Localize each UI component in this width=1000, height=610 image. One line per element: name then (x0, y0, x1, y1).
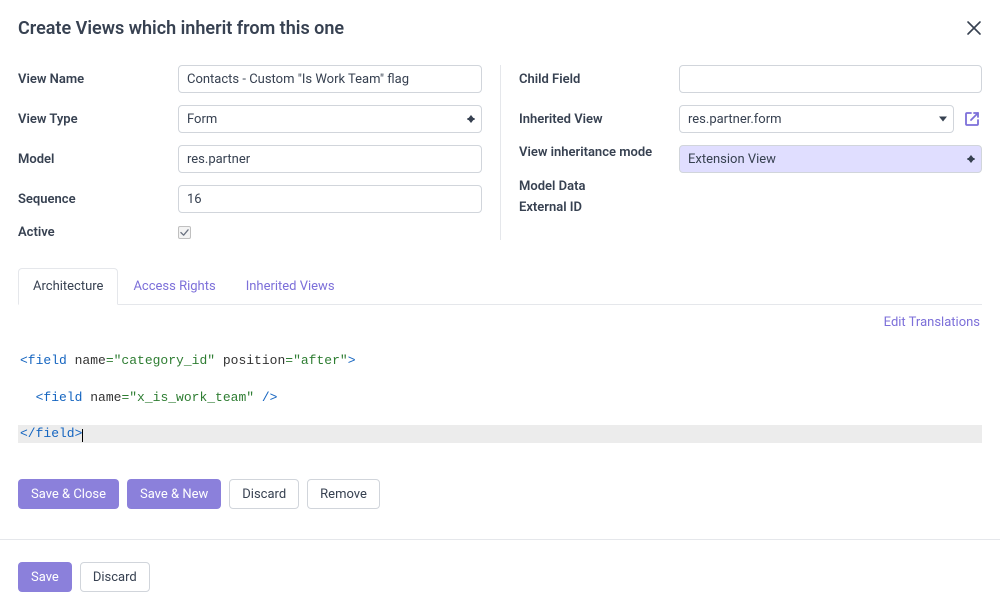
chevron-updown-icon (967, 155, 975, 163)
inherited-view-select[interactable]: res.partner.form (679, 105, 954, 133)
inherited-view-value: res.partner.form (688, 112, 931, 127)
view-name-label: View Name (18, 72, 178, 87)
model-data-label: Model Data (519, 179, 679, 194)
tab-access-rights[interactable]: Access Rights (118, 268, 230, 305)
tab-inherited-views[interactable]: Inherited Views (231, 268, 350, 305)
xml-code-editor[interactable]: <field name="category_id" position="afte… (18, 334, 982, 461)
sequence-input[interactable] (178, 185, 482, 213)
discard-button[interactable]: Discard (229, 479, 299, 509)
active-checkbox[interactable] (178, 226, 191, 239)
inheritance-mode-select[interactable]: Extension View (679, 145, 982, 173)
child-field-label: Child Field (519, 72, 679, 87)
save-new-button[interactable]: Save & New (127, 479, 221, 509)
view-name-input[interactable] (178, 65, 482, 93)
view-type-select[interactable]: Form (178, 105, 482, 133)
close-icon[interactable] (966, 19, 982, 39)
save-close-button[interactable]: Save & Close (18, 479, 119, 509)
chevron-updown-icon (467, 115, 475, 123)
text-cursor (82, 429, 83, 442)
model-input[interactable] (178, 145, 482, 173)
save-button[interactable]: Save (18, 562, 72, 592)
inheritance-mode-label: View inheritance mode (519, 145, 679, 160)
tab-bar: Architecture Access Rights Inherited Vie… (18, 268, 982, 305)
edit-translations-link[interactable]: Edit Translations (884, 315, 980, 330)
model-label: Model (18, 152, 178, 167)
active-label: Active (18, 225, 178, 240)
dialog-title: Create Views which inherit from this one (18, 18, 344, 39)
chevron-down-icon (939, 117, 947, 122)
tab-architecture[interactable]: Architecture (18, 268, 118, 305)
child-field-input[interactable] (679, 65, 982, 93)
inherited-view-label: Inherited View (519, 112, 679, 127)
view-type-value: Form (187, 112, 459, 127)
check-icon (180, 228, 189, 237)
inheritance-mode-value: Extension View (688, 152, 959, 167)
remove-button[interactable]: Remove (307, 479, 380, 509)
footer-discard-button[interactable]: Discard (80, 562, 150, 592)
external-id-label: External ID (519, 200, 679, 215)
sequence-label: Sequence (18, 192, 178, 207)
view-type-label: View Type (18, 112, 178, 127)
external-link-icon[interactable] (962, 108, 982, 130)
